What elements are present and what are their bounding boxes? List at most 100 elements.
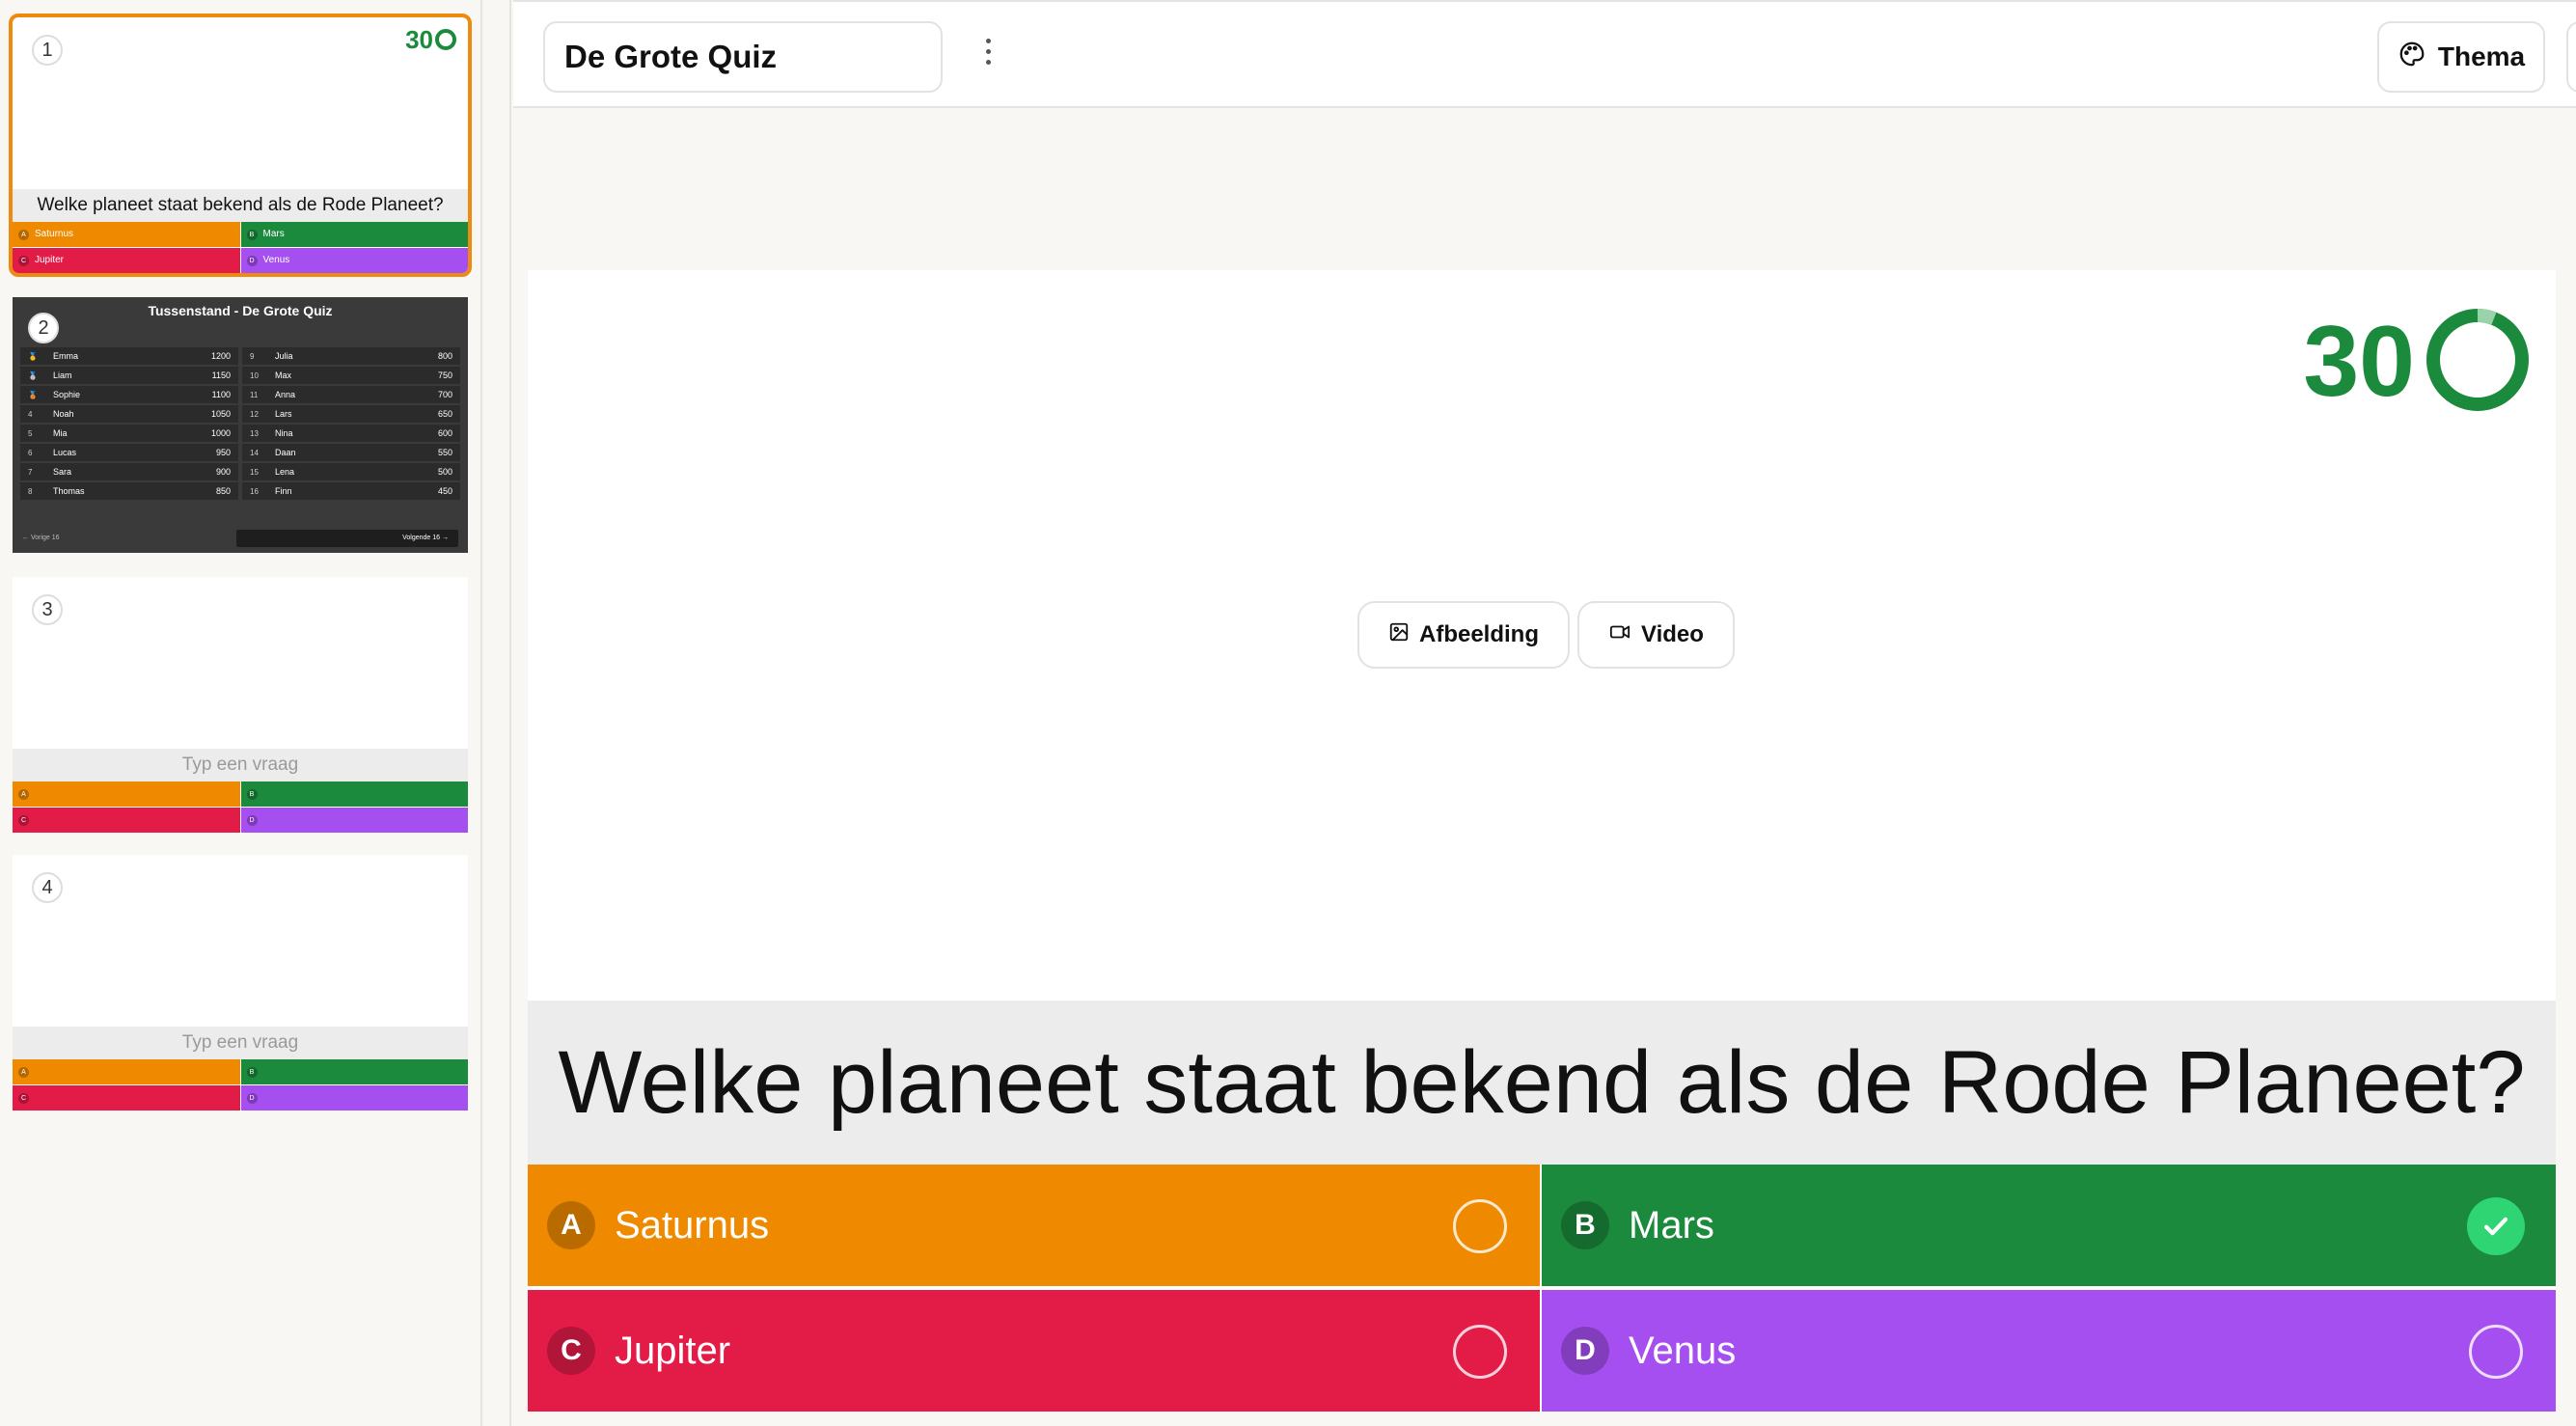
timer-ring-icon — [435, 29, 456, 50]
answer-option-d[interactable]: D Venus — [1542, 1290, 2556, 1412]
thumb-answer-a: A — [13, 782, 240, 807]
leaderboard-row: 15 Lena 500 — [242, 463, 460, 480]
timer-display[interactable]: 30 — [2303, 305, 2531, 420]
leaderboard-row: 7 Sara 900 — [20, 463, 238, 480]
thumb-answer-b: B Mars — [240, 222, 468, 247]
thumb-answer-a: A — [13, 1059, 240, 1084]
leaderboard-rank: 9 — [250, 351, 255, 361]
answer-letter: D — [246, 814, 258, 826]
image-label: Afbeelding — [1419, 621, 1539, 647]
prev-page-button: ← Vorige 16 — [22, 535, 60, 541]
answer-letter: A — [18, 1066, 29, 1078]
leaderboard-name: Liam — [53, 370, 72, 380]
more-options-icon[interactable] — [976, 39, 1000, 77]
mark-correct-toggle[interactable] — [1453, 1199, 1507, 1253]
leaderboard-name: Thomas — [53, 486, 85, 496]
answer-letter: B — [246, 229, 258, 240]
mark-correct-toggle[interactable] — [1453, 1325, 1507, 1379]
leaderboard-rank: 🥈 — [28, 370, 38, 380]
sidebar-resize-handle[interactable] — [482, 0, 511, 1426]
leaderboard-rank: 14 — [250, 448, 259, 457]
answer-letter: A — [18, 788, 29, 800]
leaderboard-name: Lars — [275, 409, 292, 419]
thumb-answer-d: D Venus — [240, 248, 468, 273]
leaderboard-name: Julia — [275, 351, 293, 361]
thumb-answers: A Saturnus B Mars C Jupiter D Venus — [13, 222, 468, 273]
slide-thumbnail-4[interactable]: 4 Typ een vraag A B C D — [13, 855, 468, 1111]
slide-number: 3 — [32, 594, 63, 625]
answer-letter: C — [547, 1327, 595, 1375]
answer-text[interactable]: Mars — [1629, 1204, 1714, 1248]
slide-thumbnail-1[interactable]: 1 30 Welke planeet staat bekend als de R… — [9, 14, 472, 277]
leaderboard-rank: 6 — [28, 448, 33, 457]
leaderboard-points: 650 — [437, 409, 452, 419]
leaderboard-row: 12 Lars 650 — [242, 405, 460, 423]
top-toolbar: De Grote Quiz Thema — [513, 0, 2576, 108]
leaderboard-name: Max — [275, 370, 292, 380]
leaderboard-rank: 12 — [250, 409, 259, 419]
leaderboard-row: 4 Noah 1050 — [20, 405, 238, 423]
leaderboard-points: 1000 — [210, 428, 231, 438]
answer-text[interactable]: Venus — [1629, 1330, 1736, 1373]
answer-letter: C — [18, 1092, 29, 1104]
video-icon — [1608, 621, 1631, 649]
leaderboard-rank: 7 — [28, 467, 33, 477]
leaderboard-row: 5 Mia 1000 — [20, 425, 238, 442]
thumb-answer-c: C — [13, 808, 240, 833]
leaderboard-row: 6 Lucas 950 — [20, 444, 238, 461]
leaderboard-name: Anna — [275, 390, 296, 399]
answer-option-a[interactable]: A Saturnus — [528, 1165, 1542, 1286]
leaderboard-name: Nina — [275, 428, 293, 438]
video-label: Video — [1641, 621, 1704, 647]
answer-letter: D — [246, 1092, 258, 1104]
answer-text[interactable]: Saturnus — [615, 1204, 769, 1248]
answer-option-b[interactable]: B Mars — [1542, 1165, 2556, 1286]
add-image-button[interactable]: Afbeelding — [1357, 601, 1570, 669]
leaderboard-row: 13 Nina 600 — [242, 425, 460, 442]
quiz-title-input[interactable]: De Grote Quiz — [543, 21, 943, 93]
mark-correct-toggle[interactable] — [2469, 1325, 2523, 1379]
slide-number: 4 — [32, 872, 63, 903]
leaderboard-points: 500 — [437, 467, 452, 477]
thumb-question-placeholder: Typ een vraag — [13, 749, 468, 782]
answer-option-c[interactable]: C Jupiter — [528, 1290, 1542, 1412]
answer-letter: A — [547, 1201, 595, 1249]
slide-thumbnail-2[interactable]: Tussenstand - De Grote Quiz 2 🥇 Emma 1200 🥈… — [13, 297, 468, 553]
partial-toolbar-button[interactable] — [2566, 21, 2576, 93]
leaderboard-points: 1150 — [211, 370, 231, 380]
add-video-button[interactable]: Video — [1577, 601, 1735, 669]
leaderboard-name: Lucas — [53, 448, 77, 457]
thumb-answer-c: C Jupiter — [13, 248, 240, 273]
thumb-timer: 30 — [405, 25, 456, 55]
image-icon — [1388, 621, 1410, 649]
leaderboard-rank: 16 — [250, 486, 259, 496]
answer-text: Saturnus — [35, 229, 74, 239]
leaderboard-rank: 13 — [250, 428, 259, 438]
answer-grid: A Saturnus B Mars C Jupiter D Venus — [528, 1165, 2556, 1412]
thumb-answers: A B C D — [13, 1059, 468, 1111]
thumb-answer-a: A Saturnus — [13, 222, 240, 247]
thumb-answer-d: D — [240, 808, 468, 833]
leaderboard-footer: ← Vorige 16 Volgende 16 → — [22, 530, 458, 547]
leaderboard-rank: 11 — [250, 390, 259, 399]
thumb-answer-b: B — [240, 1059, 468, 1084]
slide-thumbnail-3[interactable]: 3 Typ een vraag A B C D — [13, 577, 468, 833]
leaderboard-name: Mia — [53, 428, 68, 438]
leaderboard-points: 600 — [437, 428, 452, 438]
answer-text[interactable]: Jupiter — [615, 1330, 730, 1373]
answer-letter: A — [18, 229, 29, 240]
correct-check-icon[interactable] — [2467, 1197, 2525, 1255]
question-input[interactable]: Welke planeet staat bekend als de Rode P… — [528, 1001, 2556, 1165]
theme-button[interactable]: Thema — [2377, 21, 2545, 93]
leaderboard-rank: 🥉 — [28, 390, 38, 399]
leaderboard-name: Sophie — [53, 390, 81, 399]
leaderboard-name: Noah — [53, 409, 74, 419]
theme-label: Thema — [2437, 41, 2526, 71]
timer-ring-icon — [2425, 307, 2531, 418]
thumb-question-placeholder: Typ een vraag — [13, 1027, 468, 1059]
leaderboard-rank: 8 — [28, 486, 33, 496]
leaderboard-row: 10 Max 750 — [242, 367, 460, 384]
answer-text: Jupiter — [35, 255, 65, 265]
leaderboard-points: 850 — [215, 486, 231, 496]
leaderboard-rank: 5 — [28, 428, 33, 438]
